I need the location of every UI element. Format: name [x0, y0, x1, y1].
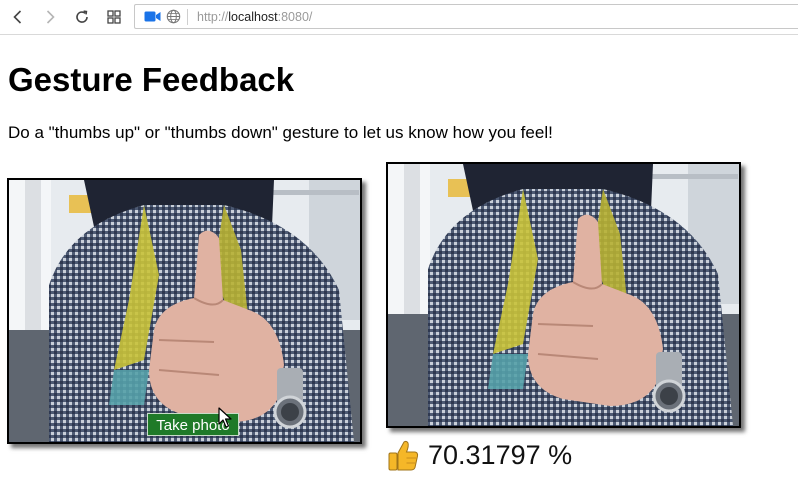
instruction-text: Do a "thumbs up" or "thumbs down" gestur…	[8, 123, 553, 142]
refresh-button[interactable]	[70, 5, 94, 29]
thumbs-up-icon	[388, 440, 419, 470]
refresh-icon	[76, 10, 88, 23]
confidence-value: 70.31797 %	[428, 440, 573, 470]
url-host: localhost	[228, 10, 278, 24]
globe-icon[interactable]	[166, 9, 181, 29]
address-separator	[187, 9, 188, 25]
address-bar[interactable]: http://localhost:8080/	[134, 4, 798, 29]
url-port-path: :8080/	[277, 10, 313, 24]
back-button[interactable]	[6, 5, 30, 29]
browser-toolbar: http://localhost:8080/	[0, 0, 798, 35]
captured-photo	[386, 162, 741, 428]
tabs-grid-icon	[107, 10, 121, 24]
url-scheme: http://	[197, 10, 229, 24]
captured-photo-image	[388, 164, 739, 426]
url-text[interactable]: http://localhost:8080/	[197, 10, 312, 24]
page-title: Gesture Feedback	[8, 61, 295, 98]
tabs-button[interactable]	[102, 5, 126, 29]
camera-in-use-icon[interactable]	[144, 10, 161, 28]
webcam-feed-image	[9, 180, 360, 442]
back-arrow-icon	[13, 10, 22, 24]
forward-arrow-icon	[46, 10, 55, 24]
prediction-result: 70.31797 %	[387, 437, 572, 473]
forward-button[interactable]	[38, 5, 62, 29]
webcam-video	[7, 178, 362, 444]
mouse-cursor-icon	[218, 407, 232, 428]
